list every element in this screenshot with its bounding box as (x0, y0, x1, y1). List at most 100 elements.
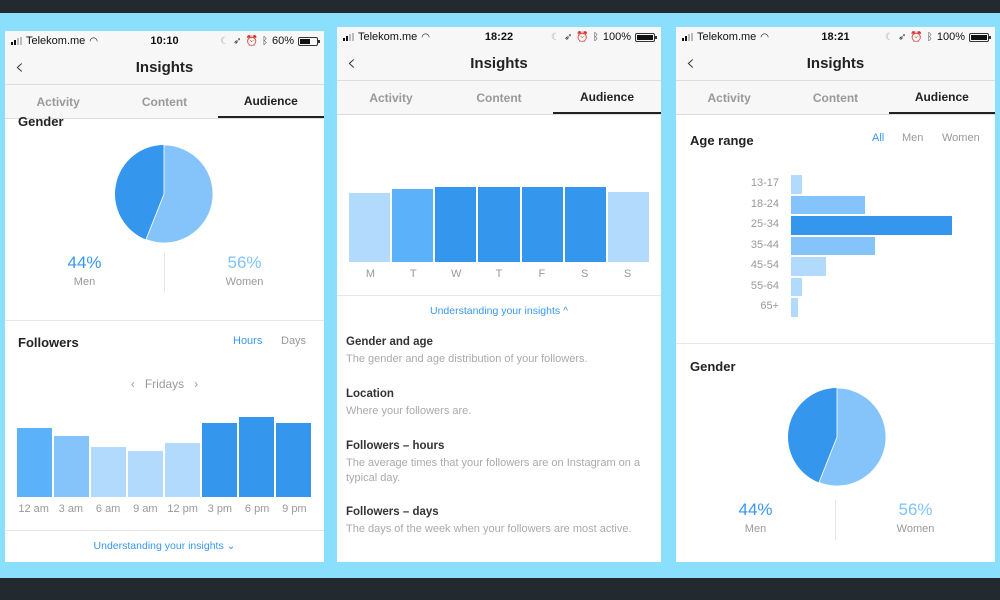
bar-12-pm (165, 443, 200, 497)
tab-content[interactable]: Content (445, 81, 553, 114)
women-percent: 56% (227, 253, 262, 272)
filter-men[interactable]: Men (902, 132, 923, 144)
moon-icon: ☾ (885, 31, 895, 43)
toggle-days[interactable]: Days (281, 335, 306, 347)
bar-t (478, 187, 520, 262)
back-chevron-icon[interactable]: ‹ (15, 55, 24, 80)
age-bar-18-24 (791, 195, 865, 214)
understanding-insights-link[interactable]: Understanding your insights ⌄ (5, 540, 324, 552)
age-bar-45-54 (791, 257, 826, 276)
insights-tabs: Activity Content Audience (337, 81, 661, 115)
age-label: 25-34 (750, 218, 779, 230)
understanding-insights-link[interactable]: Understanding your insights ^ (337, 305, 661, 317)
bar-6-pm (239, 417, 274, 497)
clock: 10:10 (150, 35, 179, 47)
age-row: 65+ (676, 297, 995, 318)
followers-title: Followers (18, 335, 79, 350)
followers-hours-chart (17, 417, 311, 497)
page-title: Insights (135, 59, 194, 76)
x-tick-label: S (623, 268, 632, 280)
bluetooth-icon: ᛒ (592, 31, 599, 43)
info-text: The days of the week when your followers… (346, 523, 632, 535)
signal-icon (343, 33, 354, 41)
toggle-hours[interactable]: Hours (233, 335, 262, 347)
age-row: 18-24 (676, 195, 995, 216)
next-day-chevron-icon[interactable]: › (194, 377, 198, 391)
x-tick-label: M (365, 268, 376, 280)
stat-men: 44% Men (5, 253, 164, 293)
bar-3-am (54, 436, 89, 497)
selected-day: Fridays (144, 377, 185, 391)
understanding-label: Understanding your insights (429, 305, 561, 317)
alarm-icon: ⏰ (576, 31, 589, 43)
age-label: 35-44 (750, 238, 779, 251)
info-text: The average times that your followers ar… (346, 457, 641, 484)
age-row: 25-34 (676, 215, 995, 236)
bar-s (564, 187, 606, 262)
gender-title: Gender (18, 114, 64, 129)
bar-s (607, 192, 649, 262)
tab-content[interactable]: Content (782, 81, 888, 114)
tab-audience[interactable]: Audience (888, 81, 995, 114)
phone-screen-gender-followers: Telekom.me ◠ 10:10 ☾ ➶ ⏰ ᛒ 60% ‹ Insight… (5, 31, 324, 562)
gender-title: Gender (690, 359, 736, 374)
back-chevron-icon[interactable]: ‹ (347, 51, 356, 76)
stat-men: 44% Men (676, 500, 835, 540)
age-label: 13-17 (750, 177, 779, 189)
gender-stats: 44% Men 56% Women (5, 253, 324, 293)
wifi-icon: ◠ (421, 31, 431, 43)
battery-icon (969, 32, 991, 42)
age-row: 55-64 (676, 277, 995, 298)
followers-days-axis: MTWTFSS (349, 268, 649, 280)
info-heading: Followers – hours (346, 440, 445, 452)
nav-bar: ‹ Insights (337, 47, 661, 81)
battery-icon (635, 32, 657, 42)
age-label: 55-64 (750, 279, 779, 292)
tab-content[interactable]: Content (111, 85, 217, 118)
age-label: 65+ (760, 300, 779, 312)
insights-tabs: Activity Content Audience (676, 81, 995, 115)
age-bar-13-17 (791, 175, 802, 194)
page-title: Insights (470, 55, 528, 72)
bar-t (392, 189, 434, 262)
clock: 18:21 (821, 31, 850, 43)
battery-icon (298, 36, 320, 46)
filter-women[interactable]: Women (942, 132, 980, 144)
location-icon: ➶ (898, 31, 907, 43)
bar-3-pm (202, 422, 237, 497)
filter-all[interactable]: All (872, 132, 884, 144)
alarm-icon: ⏰ (245, 35, 258, 47)
men-label: Men (744, 523, 767, 535)
x-tick-label: 3 pm (207, 503, 233, 515)
women-percent: 56% (898, 500, 933, 519)
bar-12-am (17, 428, 52, 497)
x-tick-label: 9 pm (282, 503, 307, 515)
men-label: Men (73, 276, 96, 288)
moon-icon: ☾ (551, 31, 561, 43)
tab-audience[interactable]: Audience (217, 85, 324, 118)
age-label: 45-54 (750, 259, 779, 271)
alarm-icon: ⏰ (910, 31, 923, 43)
tab-audience[interactable]: Audience (553, 81, 661, 114)
moon-icon: ☾ (220, 35, 230, 47)
back-chevron-icon[interactable]: ‹ (686, 51, 695, 76)
stat-women: 56% Women (836, 500, 995, 540)
prev-day-chevron-icon[interactable]: ‹ (131, 377, 135, 391)
x-tick-label: T (409, 268, 417, 280)
x-tick-label: W (450, 268, 462, 280)
age-row: 13-17 (676, 174, 995, 195)
bluetooth-icon: ᛒ (261, 35, 268, 47)
bluetooth-icon: ᛒ (926, 31, 933, 43)
x-tick-label: 12 pm (167, 503, 198, 515)
bar-f (521, 187, 563, 262)
clock: 18:22 (484, 31, 514, 43)
status-bar: Telekom.me ◠ 18:22 ☾ ➶ ⏰ ᛒ 100% (337, 27, 661, 47)
tab-activity[interactable]: Activity (337, 81, 445, 114)
gender-pie-chart (788, 388, 886, 486)
age-bar-25-34 (791, 216, 952, 235)
signal-icon (11, 37, 22, 45)
nav-bar: ‹ Insights (676, 47, 995, 81)
wifi-icon: ◠ (89, 35, 99, 47)
x-tick-label: 12 am (18, 503, 49, 515)
tab-activity[interactable]: Activity (676, 81, 782, 114)
